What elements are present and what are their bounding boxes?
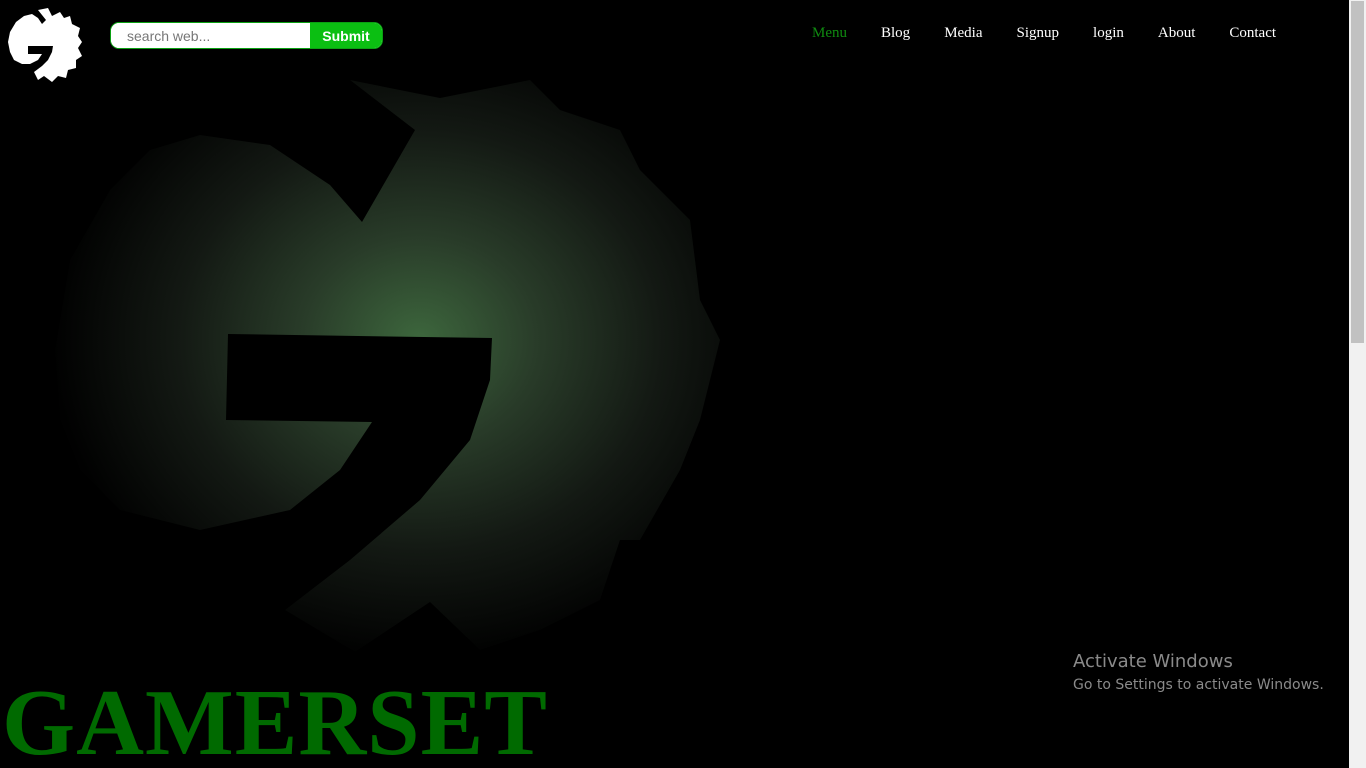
submit-button[interactable]: Submit xyxy=(310,23,382,48)
nav-item-contact[interactable]: Contact xyxy=(1229,24,1276,42)
search-input[interactable] xyxy=(111,23,310,48)
page: Submit Menu Blog Media Signup login Abou… xyxy=(0,0,1349,768)
nav-item-login[interactable]: login xyxy=(1093,24,1124,42)
watermark-subtitle: Go to Settings to activate Windows. xyxy=(1073,677,1324,693)
activation-watermark: Activate Windows Go to Settings to activ… xyxy=(1073,651,1324,697)
nav-item-media[interactable]: Media xyxy=(944,24,982,42)
vertical-scrollbar[interactable] xyxy=(1349,0,1366,768)
search-form: Submit xyxy=(110,22,383,49)
gear-g-emblem-icon xyxy=(0,0,760,680)
gear-g-logo-icon[interactable] xyxy=(8,8,82,82)
nav-item-blog[interactable]: Blog xyxy=(881,24,910,42)
scrollbar-thumb[interactable] xyxy=(1351,1,1364,343)
nav-item-signup[interactable]: Signup xyxy=(1017,24,1060,42)
nav-item-menu[interactable]: Menu xyxy=(812,24,847,42)
hero-title: GAMERSET xyxy=(2,671,548,768)
nav-item-about[interactable]: About xyxy=(1158,24,1196,42)
watermark-title: Activate Windows xyxy=(1073,651,1233,672)
main-nav: Menu Blog Media Signup login About Conta… xyxy=(812,24,1310,42)
